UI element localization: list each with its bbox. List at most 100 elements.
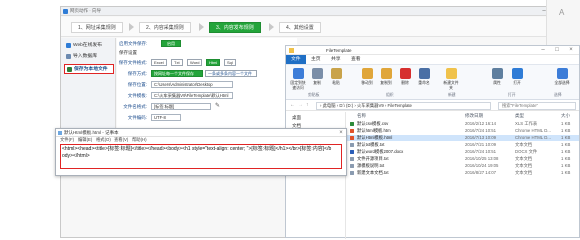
notepad-content[interactable]: <html><head><title>[标签:标题]</title></head… [62, 146, 332, 166]
app-titlebar: 网页动作 · 向导 – □ × [61, 7, 579, 16]
nav-desktop[interactable]: 桌面 [292, 115, 301, 121]
col-type[interactable]: 类型 [515, 113, 524, 119]
copy-to-icon [380, 68, 392, 79]
table-row[interactable]: 新建文本文档.txt 2016/8/27 14:07 文本文档 1 KB [347, 170, 579, 176]
pin-icon [292, 68, 304, 79]
enable-toggle[interactable]: 启用 [161, 40, 181, 47]
enable-label: 启用文件保存: [119, 41, 148, 46]
explorer-title: FileTemplate [326, 47, 352, 53]
delete-icon [399, 68, 411, 79]
step-4[interactable]: 4、其他设置 [279, 22, 321, 33]
format-label: 保存文件格式: [118, 60, 147, 65]
col-size[interactable]: 大小 [561, 113, 570, 119]
file-name: 默认word模板2007.docx [357, 149, 404, 154]
delete-button[interactable]: 删除 [396, 68, 414, 92]
step-1[interactable]: 1、网址采集规则 [71, 22, 123, 33]
explorer-close-button[interactable]: × [564, 46, 578, 55]
file-date: 2016/10/24 19:05 [465, 163, 499, 168]
paste-button[interactable]: 粘贴 [327, 68, 345, 92]
copy-to-button[interactable]: 复制到 [377, 68, 395, 92]
back-icon[interactable]: ← [290, 102, 295, 108]
mode-per-url[interactable]: 按网址每一个文件保存 [151, 70, 203, 77]
file-icon [350, 136, 354, 140]
filename-input[interactable]: [标签:标题] [151, 103, 211, 110]
file-size: 1 KB [561, 170, 571, 175]
explorer-maximize-button[interactable]: □ [550, 46, 564, 55]
notepad-title: 默认Html模板.html - 记事本 [64, 130, 119, 135]
ribbon-tabs: 文件 主页 共享 查看 [286, 55, 579, 64]
file-type: 文本文档 [515, 170, 533, 175]
table-row[interactable]: 默认html模板.htm 2016/7/24 10:51 Chrome HTML D… [347, 128, 579, 134]
file-icon [350, 129, 354, 133]
select-all-button[interactable]: 全部选择 [548, 68, 576, 92]
encoding-select[interactable]: UTF-8 [151, 114, 181, 121]
mode-multi[interactable]: 一条或多条内容一个文件 [205, 70, 257, 77]
col-date[interactable]: 修改日期 [465, 113, 483, 119]
new-folder-icon [445, 68, 457, 79]
format-word[interactable]: Word [187, 59, 203, 66]
address-path[interactable]: › 此电脑 › D:\ (D:) › 火车采集器V9 › FileTemplat… [316, 102, 491, 110]
table-row[interactable]: 默认csv模板.csv 2016/2/12 16:14 XLS 工作表 1 KB [347, 121, 579, 127]
table-row[interactable]: 默认txt模板.txt 2016/7/21 10:09 文本文档 1 KB [347, 142, 579, 148]
table-row[interactable]: 默认word模板2007.docx 2016/7/24 10:51 DOCX 文件 1… [347, 149, 579, 155]
file-icon [350, 143, 354, 147]
menu-format[interactable]: 格式(O) [96, 137, 111, 143]
tab-home[interactable]: 主页 [306, 55, 326, 64]
format-sql[interactable]: Sql [224, 59, 236, 66]
tab-share[interactable]: 共享 [326, 55, 346, 64]
edit-icon[interactable]: ✎ [215, 103, 223, 110]
file-date: 2016/7/24 10:51 [465, 149, 497, 154]
template-file-input[interactable]: C:\火车采集器V9\FileTemplate\默认Html [151, 92, 233, 99]
new-folder-button[interactable]: 新建文件夹 [442, 68, 460, 92]
file-date: 2016/8/27 14:07 [465, 170, 497, 175]
pin-button[interactable]: 固定到快速访问 [289, 68, 307, 92]
file-name: 文件开源项目.txt [357, 156, 389, 161]
explorer-minimize-button[interactable]: – [536, 46, 550, 55]
notepad-menu: 文件(F) 编辑(E) 格式(O) 查看(V) 帮助(H) [56, 137, 346, 143]
copy-button[interactable]: 复制 [308, 68, 326, 92]
step-2[interactable]: 2、内容采集规则 [139, 22, 191, 33]
menu-view[interactable]: 查看(V) [114, 137, 128, 143]
search-input[interactable]: 搜索"FileTemplate" [498, 102, 576, 110]
sidebar-item-database[interactable]: 导入数据库 [64, 52, 114, 62]
notepad-close-button[interactable]: × [334, 129, 348, 137]
table-row[interactable]: 文件开源项目.txt 2016/10/25 13:08 文本文档 1 KB [347, 156, 579, 162]
menu-file[interactable]: 文件(F) [60, 137, 74, 143]
file-size: 1 KB [561, 128, 571, 133]
menu-edit[interactable]: 编辑(E) [78, 137, 92, 143]
template-file-label: 文件模板: [127, 93, 147, 98]
format-excel[interactable]: Excel [151, 59, 167, 66]
step-3[interactable]: 3、内容发布规则 [209, 22, 261, 33]
table-row[interactable]: 源模板说明.txt 2016/10/24 19:05 文本文档 1 KB [347, 163, 579, 169]
save-path-input[interactable]: C:\Users\Administrator\Desktop [151, 81, 233, 88]
database-icon [66, 54, 71, 59]
sidebar-item-local-file[interactable]: 保存为本地文件 [64, 64, 114, 74]
properties-button[interactable]: 属性 [488, 68, 506, 92]
format-html[interactable]: Html [206, 59, 221, 66]
table-row[interactable]: 默认Html模板.html 2016/7/13 10:09 Chrome HTML … [347, 135, 579, 141]
menu-help[interactable]: 帮助(H) [132, 137, 147, 143]
sidebar-item-label: 导入数据库 [73, 54, 97, 59]
file-type: 文本文档 [515, 156, 533, 161]
open-button[interactable]: 打开 [508, 68, 526, 92]
format-txt[interactable]: Txt [171, 59, 183, 66]
file-icon [350, 122, 354, 126]
group-new: 新建 [448, 93, 456, 97]
step-arrow-icon [129, 23, 134, 31]
sidebar-item-web-publish[interactable]: Web在线发布 [64, 41, 114, 51]
filename-label: 文件名格式: [123, 104, 147, 109]
tab-view[interactable]: 查看 [346, 55, 366, 64]
path-label: 保存位置: [127, 82, 147, 87]
font-a-icon: A [559, 8, 565, 17]
section-title: 保存设置 [119, 50, 137, 55]
move-to-button[interactable]: 移动到 [358, 68, 376, 92]
sidebar-item-label: 保存为本地文件 [74, 67, 108, 72]
tab-file[interactable]: 文件 [286, 55, 306, 64]
file-icon [350, 157, 354, 161]
rename-button[interactable]: 重命名 [415, 68, 433, 92]
folder-icon [289, 48, 294, 53]
col-name[interactable]: 名称 [357, 113, 366, 119]
forward-icon[interactable]: → [298, 102, 303, 108]
explorer-titlebar: FileTemplate – □ × [286, 46, 579, 55]
up-icon[interactable]: ↑ [306, 102, 309, 108]
